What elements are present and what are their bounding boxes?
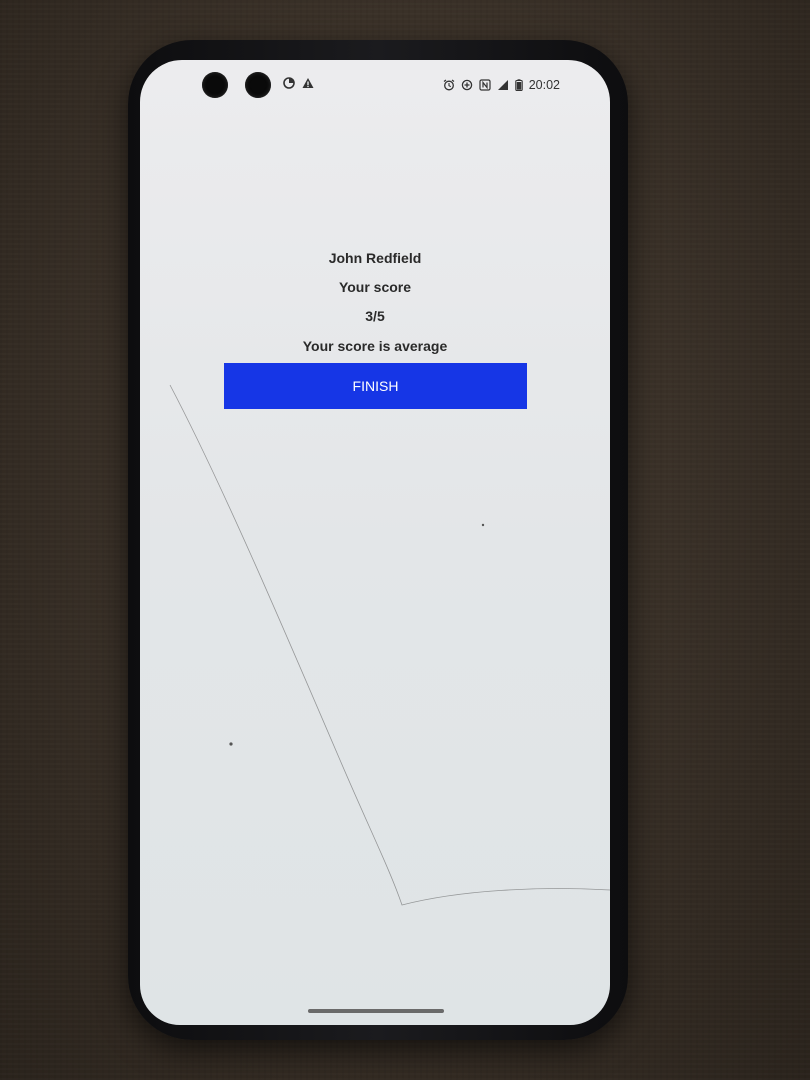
user-name: John Redfield [328, 250, 422, 266]
alarm-icon [443, 79, 455, 91]
data-saver-plus-icon [461, 79, 473, 91]
score-label: Your score [338, 279, 412, 295]
data-saver-icon [283, 77, 295, 89]
nfc-icon [479, 79, 491, 91]
home-indicator[interactable] [308, 1009, 444, 1013]
screen-crack [169, 384, 610, 906]
finish-button[interactable]: FINISH [224, 363, 527, 409]
status-right: 20:02 [443, 78, 560, 92]
score-value: 3/5 [365, 308, 385, 324]
warning-icon [302, 77, 314, 89]
front-camera-right [245, 72, 271, 98]
status-left-icons [283, 77, 314, 89]
battery-icon [514, 79, 523, 91]
status-bar: 20:02 [140, 60, 610, 110]
phone-screen: 20:02 John Redfield Your score 3/5 Your … [140, 60, 610, 1025]
status-time: 20:02 [528, 78, 560, 92]
score-assessment: Your score is average [302, 338, 448, 354]
front-camera-left [202, 72, 228, 98]
signal-icon [497, 79, 509, 91]
